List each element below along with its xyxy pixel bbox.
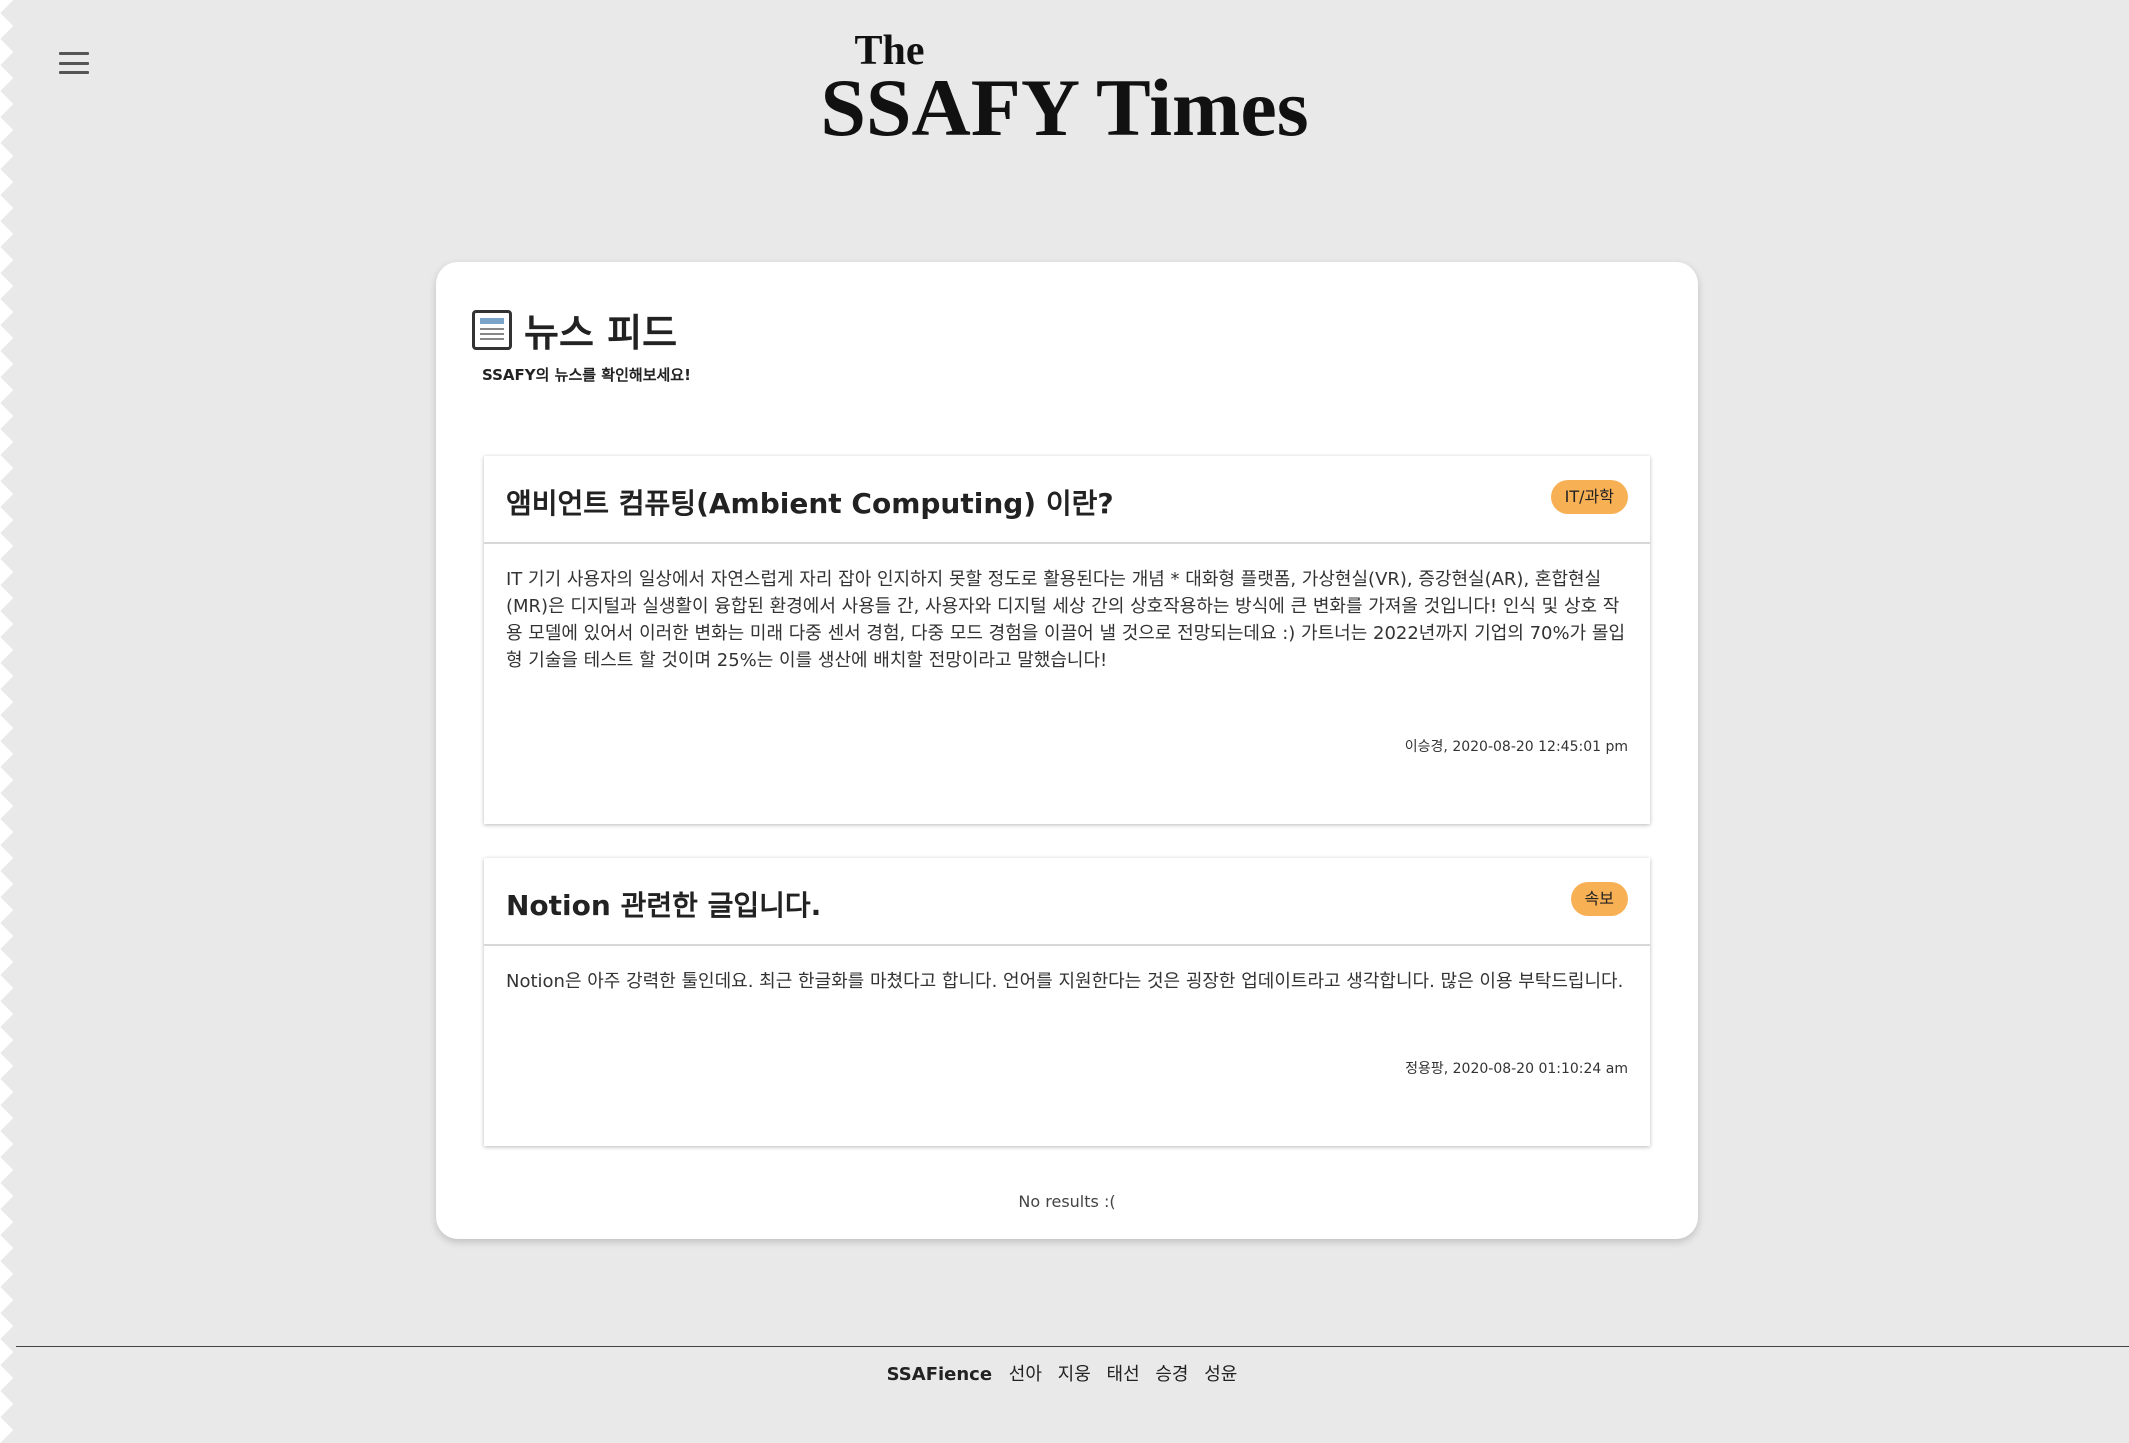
- news-feed-card: 뉴스 피드 SSAFY의 뉴스를 확인해보세요! 앰비언트 컴퓨팅(Ambien…: [436, 262, 1698, 1239]
- article-header: 앰비언트 컴퓨팅(Ambient Computing) 이란? IT/과학: [484, 456, 1650, 544]
- article-body: IT 기기 사용자의 일상에서 자연스럽게 자리 잡아 인지하지 못할 정도로 …: [506, 569, 1626, 671]
- category-tag[interactable]: 속보: [1570, 882, 1628, 916]
- category-tag[interactable]: IT/과학: [1550, 480, 1628, 514]
- footer-divider: [16, 1346, 2129, 1347]
- feed-title: 뉴스 피드: [524, 311, 678, 355]
- article-title[interactable]: Notion 관련한 글입니다.: [506, 884, 821, 924]
- article-card[interactable]: 앰비언트 컴퓨팅(Ambient Computing) 이란? IT/과학 IT…: [484, 456, 1650, 824]
- footer: SSAFience 선아 지웅 태선 승경 성윤: [0, 1360, 2129, 1386]
- feed-header: 뉴스 피드: [472, 302, 677, 357]
- article-body: Notion은 아주 강력한 툴인데요. 최근 한글화를 마쳤다고 합니다. 언…: [506, 971, 1624, 992]
- article-title[interactable]: 앰비언트 컴퓨팅(Ambient Computing) 이란?: [506, 482, 1114, 522]
- zigzag-border: [0, 0, 26, 1443]
- article-card[interactable]: Notion 관련한 글입니다. 속보 Notion은 아주 강력한 툴인데요.…: [484, 858, 1650, 1146]
- article-header: Notion 관련한 글입니다. 속보: [484, 858, 1650, 946]
- article-meta: 이승경, 2020-08-20 12:45:01 pm: [1404, 739, 1628, 755]
- footer-member: 승경: [1155, 1364, 1189, 1385]
- feed-subtitle: SSAFY의 뉴스를 확인해보세요!: [482, 366, 691, 384]
- footer-member: 태선: [1106, 1364, 1140, 1385]
- footer-member: 성윤: [1204, 1364, 1238, 1385]
- footer-member: 선아: [1008, 1364, 1042, 1385]
- article-meta: 정용팡, 2020-08-20 01:10:24 am: [1405, 1061, 1628, 1077]
- footer-member: 지웅: [1057, 1364, 1091, 1385]
- masthead-logo[interactable]: The SSAFY Times: [0, 28, 2129, 150]
- masthead-name: SSAFY Times: [820, 62, 1309, 153]
- footer-brand: SSAFience: [886, 1364, 993, 1385]
- newspaper-icon: [472, 309, 512, 350]
- no-results-message: No results :(: [1018, 1192, 1116, 1211]
